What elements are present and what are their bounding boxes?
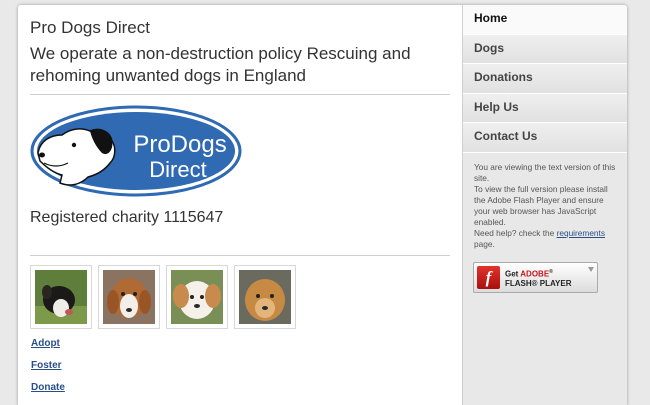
site-title: Pro Dogs Direct [30, 18, 150, 37]
nav-item-help-us[interactable]: Help Us [463, 93, 627, 123]
dog-photo-4 [239, 270, 291, 324]
divider [30, 94, 450, 95]
link-donate[interactable]: Donate [31, 383, 65, 393]
flash-icon: f [477, 266, 500, 289]
dog-thumbnail-2[interactable] [98, 265, 160, 329]
nav-item-contact-us[interactable]: Contact Us [463, 123, 627, 153]
flash-get-word: Get [505, 269, 519, 279]
flash-reg-mark: ® [549, 269, 553, 275]
sidebar: Home Dogs Donations Help Us Contact Us Y… [462, 5, 627, 405]
flash-player-label: FLASH® PLAYER [505, 279, 572, 288]
requirements-link[interactable]: requirements [557, 228, 605, 238]
dog-thumbnail-4[interactable] [234, 265, 296, 329]
site-tagline: We operate a non-destruction policy Resc… [30, 44, 411, 85]
charity-number: Registered charity 1115647 [30, 209, 224, 226]
dog-photo-1 [35, 270, 87, 324]
divider [30, 255, 450, 256]
nav-item-dogs[interactable]: Dogs [463, 34, 627, 64]
dog-thumbnail-3[interactable] [166, 265, 228, 329]
download-arrow-icon [588, 267, 594, 272]
notice-line-3: Need help? check the requirements page. [474, 228, 619, 250]
notice-help-prefix: Need help? check the [474, 228, 555, 238]
dog-photo-2 [103, 270, 155, 324]
text-version-notice: You are viewing the text version of this… [474, 162, 619, 250]
flash-get-label: Get ADOBE® [505, 269, 553, 279]
main-content: Pro Dogs Direct We operate a non-destruc… [18, 5, 462, 405]
logo-text-direct: Direct [149, 157, 206, 182]
main-nav: Home Dogs Donations Help Us Contact Us [463, 5, 627, 153]
dog-photo-3 [171, 270, 223, 324]
nav-item-home[interactable]: Home [463, 5, 627, 35]
page-frame: Pro Dogs Direct We operate a non-destruc… [18, 5, 627, 405]
logo-text-prodogs: ProDogs [133, 131, 226, 158]
notice-help-suffix: page. [474, 239, 495, 249]
notice-line-1: You are viewing the text version of this… [474, 162, 616, 183]
get-flash-player-button[interactable]: f Get ADOBE® FLASH® PLAYER [473, 262, 598, 293]
nav-item-donations[interactable]: Donations [463, 64, 627, 94]
pro-dogs-direct-logo: ProDogs Direct [30, 105, 242, 197]
notice-line-2: To view the full version please install … [474, 184, 608, 227]
dog-thumbnail-1[interactable] [30, 265, 92, 329]
flash-adobe-word: ADOBE [520, 269, 550, 279]
action-links: Adopt Foster Donate [31, 339, 65, 405]
link-foster[interactable]: Foster [31, 361, 65, 371]
link-adopt[interactable]: Adopt [31, 339, 65, 349]
